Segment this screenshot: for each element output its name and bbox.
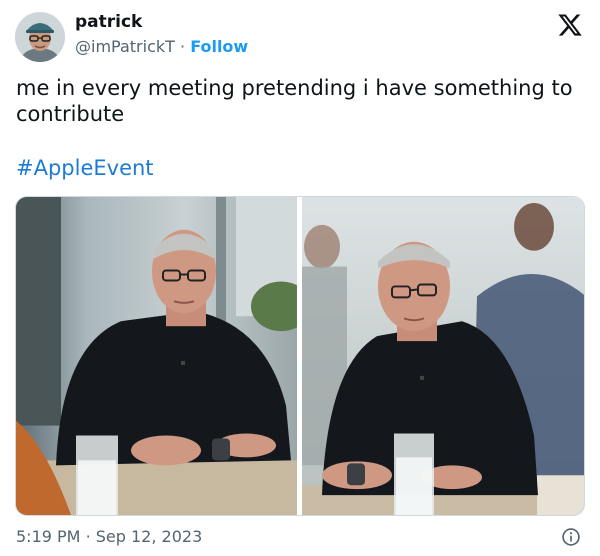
x-logo-icon[interactable] <box>557 12 583 38</box>
media-photo-left[interactable] <box>16 197 297 515</box>
media-grid[interactable] <box>15 196 585 516</box>
tweet-card: patrick @imPatrickT · Follow me in every… <box>0 0 600 556</box>
photo-right-image <box>302 197 584 515</box>
post-timestamp[interactable]: 5:19 PM · Sep 12, 2023 <box>16 527 202 546</box>
follow-button[interactable]: Follow <box>190 37 248 56</box>
avatar-image <box>15 12 65 62</box>
timestamp-separator: · <box>85 527 91 546</box>
tweet-text: me in every meeting pretending i have so… <box>16 76 573 126</box>
handle-separator: · <box>180 37 186 56</box>
hashtag-link[interactable]: #AppleEvent <box>16 154 154 182</box>
photo-left-image <box>16 197 297 515</box>
info-icon[interactable] <box>561 527 581 547</box>
avatar[interactable] <box>15 12 65 62</box>
user-handle[interactable]: @imPatrickT <box>75 37 175 56</box>
post-time: 5:19 PM <box>16 527 81 546</box>
display-name[interactable]: patrick <box>75 12 142 32</box>
handle-row: @imPatrickT · Follow <box>75 37 248 56</box>
post-date: Sep 12, 2023 <box>95 527 203 546</box>
media-photo-right[interactable] <box>302 197 584 515</box>
